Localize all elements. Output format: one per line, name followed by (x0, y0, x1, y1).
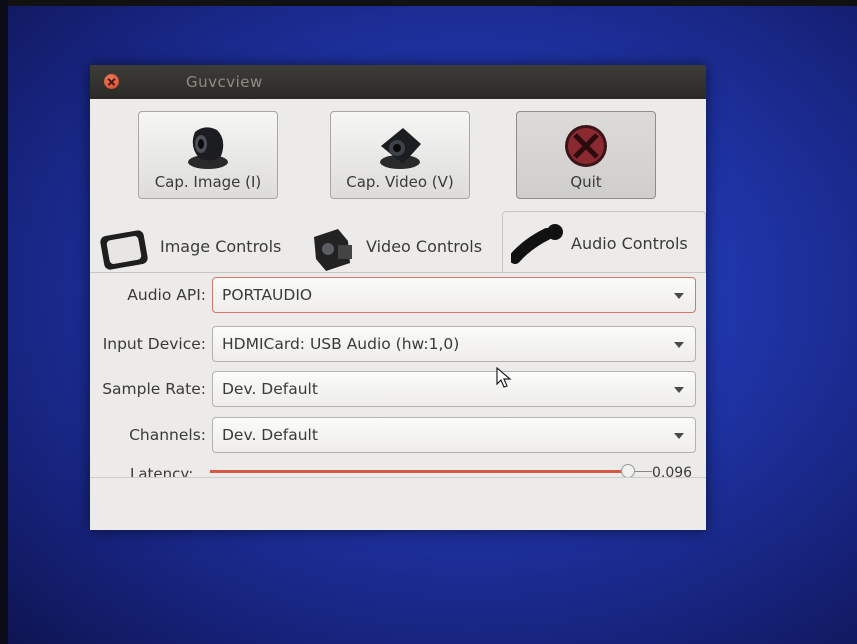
cap-image-button[interactable]: Cap. Image (I) (138, 111, 278, 199)
tv-icon (100, 230, 148, 270)
camera-icon (188, 127, 228, 169)
sample-rate-dropdown[interactable]: Dev. Default (212, 371, 696, 407)
input-device-value: HDMICard: USB Audio (hw:1,0) (222, 335, 460, 353)
tab-image-controls-label: Image Controls (160, 237, 282, 256)
latency-row: Latency: 0.096 (90, 464, 706, 478)
video-camera-icon (314, 229, 352, 271)
title-bar[interactable]: Guvcview (90, 65, 706, 99)
sample-rate-row: Sample Rate: Dev. Default (90, 371, 706, 409)
quit-icon (565, 125, 607, 167)
guvcview-window: Guvcview Cap. Image (I) Cap. Video (V) Q… (90, 65, 706, 530)
toolbar: Cap. Image (I) Cap. Video (V) Quit (90, 99, 706, 211)
latency-slider-rest (632, 471, 652, 472)
audio-api-dropdown[interactable]: PORTAUDIO (212, 277, 696, 313)
chevron-down-icon (674, 433, 684, 439)
tab-audio-controls[interactable]: Audio Controls (502, 211, 706, 273)
cap-video-label: Cap. Video (V) (346, 173, 454, 191)
screen-bezel (0, 0, 857, 6)
latency-slider-handle[interactable] (621, 464, 635, 478)
chevron-down-icon (674, 342, 684, 348)
audio-api-label: Audio API: (127, 286, 206, 304)
channels-value: Dev. Default (222, 426, 318, 444)
cap-image-label: Cap. Image (I) (154, 173, 262, 191)
tab-divider (90, 272, 706, 273)
cap-video-button[interactable]: Cap. Video (V) (330, 111, 470, 199)
quit-label: Quit (570, 173, 602, 191)
tab-video-controls-label: Video Controls (366, 237, 483, 256)
tab-audio-controls-label: Audio Controls (571, 234, 688, 253)
audio-api-value: PORTAUDIO (222, 286, 313, 304)
input-device-dropdown[interactable]: HDMICard: USB Audio (hw:1,0) (212, 326, 696, 362)
tab-bar: Image Controls Video Controls Audio Cont… (90, 211, 706, 273)
sample-rate-value: Dev. Default (222, 380, 318, 398)
tab-image-controls[interactable]: Image Controls (96, 219, 296, 273)
screen-bezel-left (0, 0, 8, 644)
window-title: Guvcview (186, 73, 263, 91)
channels-dropdown[interactable]: Dev. Default (212, 417, 696, 453)
input-device-label: Input Device: (102, 335, 206, 353)
input-device-row: Input Device: HDMICard: USB Audio (hw:1,… (90, 326, 706, 364)
sample-rate-label: Sample Rate: (102, 380, 206, 398)
chevron-down-icon (674, 387, 684, 393)
chevron-down-icon (674, 293, 684, 299)
channels-label: Channels: (129, 426, 206, 444)
channels-row: Channels: Dev. Default (90, 417, 706, 455)
microphone-icon (511, 224, 563, 264)
video-camera-icon (380, 128, 421, 169)
tab-video-controls[interactable]: Video Controls (304, 219, 500, 273)
audio-api-row: Audio API: PORTAUDIO (90, 277, 706, 315)
quit-button[interactable]: Quit (516, 111, 656, 199)
latency-slider-track[interactable] (210, 470, 626, 473)
mouse-pointer-icon (496, 367, 512, 388)
close-icon[interactable] (104, 74, 119, 89)
form-divider (90, 477, 706, 478)
